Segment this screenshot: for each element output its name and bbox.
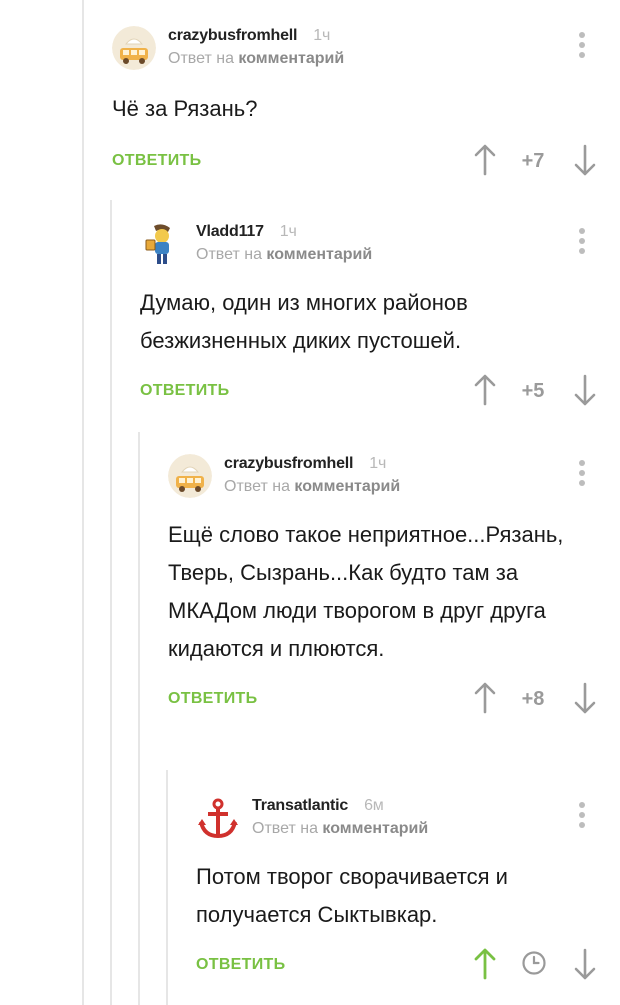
avatar[interactable] <box>196 796 240 840</box>
comment-text: Думаю, один из многих районов безжизненн… <box>140 290 468 353</box>
rating: +8 <box>521 688 545 710</box>
comment: crazybusfromhell 1ч Ответ на комментарий … <box>112 26 620 182</box>
avatar[interactable] <box>168 454 212 498</box>
vote-up-icon[interactable] <box>473 948 497 980</box>
thread-line-level-3 <box>138 432 140 1005</box>
vote-down-icon[interactable] <box>573 682 597 714</box>
reply-button[interactable]: ОТВЕТИТЬ <box>112 152 201 170</box>
comment-header: Transatlantic 6м Ответ на комментарий <box>196 796 620 846</box>
more-menu-icon[interactable] <box>579 802 585 828</box>
author-link[interactable]: Transatlantic <box>252 797 348 814</box>
anchor-avatar-icon <box>198 798 238 839</box>
author-name[interactable]: crazybusfromhell 1ч <box>168 27 330 45</box>
reply-target-link[interactable]: комментарий <box>294 478 400 495</box>
reply-prefix: Ответ на <box>196 246 262 263</box>
comment-time: 1ч <box>369 455 387 472</box>
vote-up-icon[interactable] <box>473 144 497 176</box>
vote-up-icon[interactable] <box>473 682 497 714</box>
reply-to: Ответ на комментарий <box>252 820 428 838</box>
comment-time: 1ч <box>279 223 297 240</box>
comment-time: 6м <box>364 797 384 814</box>
reply-prefix: Ответ на <box>168 50 234 67</box>
vote-down-icon[interactable] <box>573 144 597 176</box>
comment-header: crazybusfromhell 1ч Ответ на комментарий <box>168 454 620 504</box>
reply-target-link[interactable]: комментарий <box>322 820 428 837</box>
avatar[interactable] <box>112 26 156 70</box>
reply-prefix: Ответ на <box>252 820 318 837</box>
reply-button[interactable]: ОТВЕТИТЬ <box>168 690 257 708</box>
more-menu-icon[interactable] <box>579 228 585 254</box>
author-link[interactable]: crazybusfromhell <box>224 455 353 472</box>
thread-line-level-2 <box>110 200 112 1005</box>
comment-actions: ОТВЕТИТЬ <box>196 946 620 986</box>
thread-line-level-4 <box>166 770 168 1005</box>
comment: Vladd117 1ч Ответ на комментарий Думаю, о… <box>140 222 620 412</box>
reply-to: Ответ на комментарий <box>168 50 344 68</box>
reply-target-link[interactable]: комментарий <box>266 246 372 263</box>
comment-actions: ОТВЕТИТЬ +8 <box>168 680 620 720</box>
bus-avatar-icon <box>112 26 156 70</box>
comment: crazybusfromhell 1ч Ответ на комментарий … <box>168 454 620 720</box>
author-name[interactable]: Transatlantic 6м <box>252 797 384 815</box>
rating: +7 <box>521 150 545 172</box>
comment-header: crazybusfromhell 1ч Ответ на комментарий <box>112 26 620 76</box>
reply-to: Ответ на комментарий <box>196 246 372 264</box>
thread-line-level-1 <box>82 0 84 1005</box>
reply-prefix: Ответ на <box>224 478 290 495</box>
reply-button[interactable]: ОТВЕТИТЬ <box>140 382 229 400</box>
more-menu-icon[interactable] <box>579 32 585 58</box>
comment: Transatlantic 6м Ответ на комментарий Пот… <box>196 796 620 986</box>
clock-icon <box>522 951 546 975</box>
author-name[interactable]: Vladd117 1ч <box>196 223 297 241</box>
rating: +5 <box>521 380 545 402</box>
vote-up-icon[interactable] <box>473 374 497 406</box>
bus-avatar-icon <box>168 454 212 498</box>
comment-header: Vladd117 1ч Ответ на комментарий <box>140 222 620 272</box>
avatar[interactable] <box>140 222 184 266</box>
comment-text: Потом творог сворачивается и получается … <box>196 864 508 927</box>
more-menu-icon[interactable] <box>579 460 585 486</box>
comment-text: Ещё слово такое неприятное...Рязань, Тве… <box>168 522 564 661</box>
author-link[interactable]: Vladd117 <box>196 223 264 240</box>
reply-button[interactable]: ОТВЕТИТЬ <box>196 956 285 974</box>
author-name[interactable]: crazybusfromhell 1ч <box>224 455 386 473</box>
reply-to: Ответ на комментарий <box>224 478 400 496</box>
comment-time: 1ч <box>313 27 331 44</box>
comment-text: Чё за Рязань? <box>112 96 258 121</box>
comment-actions: ОТВЕТИТЬ +7 <box>112 142 620 182</box>
comment-actions: ОТВЕТИТЬ +5 <box>140 372 620 412</box>
reply-target-link[interactable]: комментарий <box>238 50 344 67</box>
vote-down-icon[interactable] <box>573 948 597 980</box>
vote-down-icon[interactable] <box>573 374 597 406</box>
author-link[interactable]: crazybusfromhell <box>168 27 297 44</box>
character-avatar-icon <box>145 224 170 264</box>
